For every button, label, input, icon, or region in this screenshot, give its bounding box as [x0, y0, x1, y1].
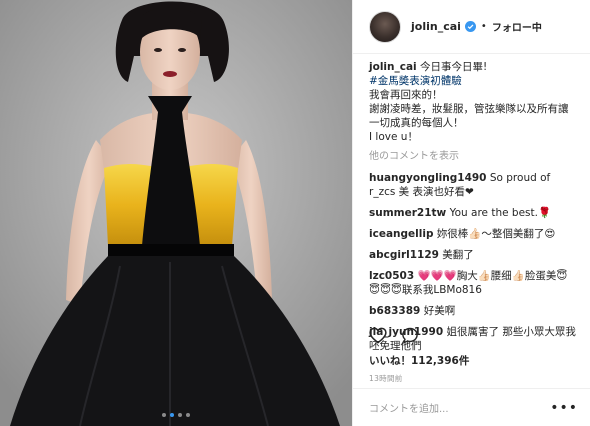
comment-item: summer21tw You are the best.🌹 [369, 206, 578, 220]
comment-text: You are the best.🌹 [446, 207, 552, 219]
caption-line: 謝謝凌時差，妝髮服，管弦樂隊以及所有讓一切成真的每個人！ [369, 103, 569, 129]
comment-text: So proud of [486, 172, 551, 184]
caption-line: I love u！ [369, 131, 418, 143]
comment-username[interactable]: abcgirl1129 [369, 249, 439, 261]
carousel-dots [0, 413, 352, 417]
comment-icon[interactable] [401, 327, 419, 344]
carousel-dot-active[interactable] [170, 413, 174, 417]
post-caption: jolin_cai 今日事今日畢! #金馬奬表演初體驗 我會再回來的！ 謝謝凌時… [369, 60, 578, 144]
comment-input[interactable]: コメントを追加... [369, 400, 550, 415]
caption-line: 我會再回來的！ [369, 89, 443, 101]
comment-item: abcgirl1129 美翻了 [369, 248, 578, 262]
comment-username[interactable]: lzc0503 [369, 270, 414, 282]
comment-item: huangyongling1490 So proud of [369, 171, 578, 185]
comment-username[interactable]: iceangellip [369, 228, 433, 240]
avatar[interactable] [369, 10, 401, 43]
comment-item: b683389 好美啊 [369, 304, 578, 318]
load-more-comments-link[interactable]: 他のコメントを表示 [369, 150, 578, 164]
comment-list: jolin_cai 今日事今日畢! #金馬奬表演初體驗 我會再回來的！ 謝謝凌時… [353, 60, 590, 360]
add-comment-bar: コメントを追加... ••• [353, 388, 590, 426]
carousel-dot[interactable] [162, 413, 166, 417]
more-dots-icon[interactable]: ••• [550, 400, 578, 416]
comment-text: 好美啊 [420, 305, 456, 317]
header-separator: • [480, 21, 487, 32]
comment-text: r_zcs 美 表演也好看❤ [369, 186, 474, 198]
verified-badge-icon [464, 21, 476, 32]
action-bar [369, 327, 419, 344]
caption-username[interactable]: jolin_cai [369, 61, 417, 73]
caption-first-line: jolin_cai 今日事今日畢! [369, 60, 578, 74]
caption-hashtag[interactable]: #金馬奬表演初體驗 [369, 74, 578, 88]
post-header: jolin_cai • フォロー中 [353, 0, 590, 54]
comment-text: 妳很棒👍🏻〜整個美翻了😍 [433, 228, 556, 240]
post-photo[interactable] [0, 0, 352, 426]
post-timestamp[interactable]: 13時間前 [369, 373, 403, 384]
carousel-dot[interactable] [178, 413, 182, 417]
comment-item: lzc0503 💗💗💗胸大👍🏻腰细👍🏻脸蛋美😇😇😇😇联系我LBMo816 [369, 269, 578, 297]
comment-text: 美翻了 [438, 249, 474, 261]
comment-username[interactable]: huangyongling1490 [369, 172, 487, 184]
carousel-dot[interactable] [186, 413, 190, 417]
comment-item: r_zcs 美 表演也好看❤ [369, 185, 578, 199]
post-details-panel: jolin_cai • フォロー中 jolin_cai 今日事今日畢! #金馬奬… [352, 0, 590, 426]
comment-username[interactable]: summer21tw [369, 207, 446, 219]
comment-username[interactable]: b683389 [369, 305, 420, 317]
header-username[interactable]: jolin_cai [411, 20, 461, 33]
photo-illustration [0, 0, 352, 426]
like-count[interactable]: いいね！112,396件 [369, 353, 469, 368]
comment-item: iceangellip 妳很棒👍🏻〜整個美翻了😍 [369, 227, 578, 241]
following-button[interactable]: フォロー中 [492, 19, 542, 34]
caption-text: 今日事今日畢! [416, 61, 488, 73]
heart-icon[interactable] [369, 327, 387, 344]
